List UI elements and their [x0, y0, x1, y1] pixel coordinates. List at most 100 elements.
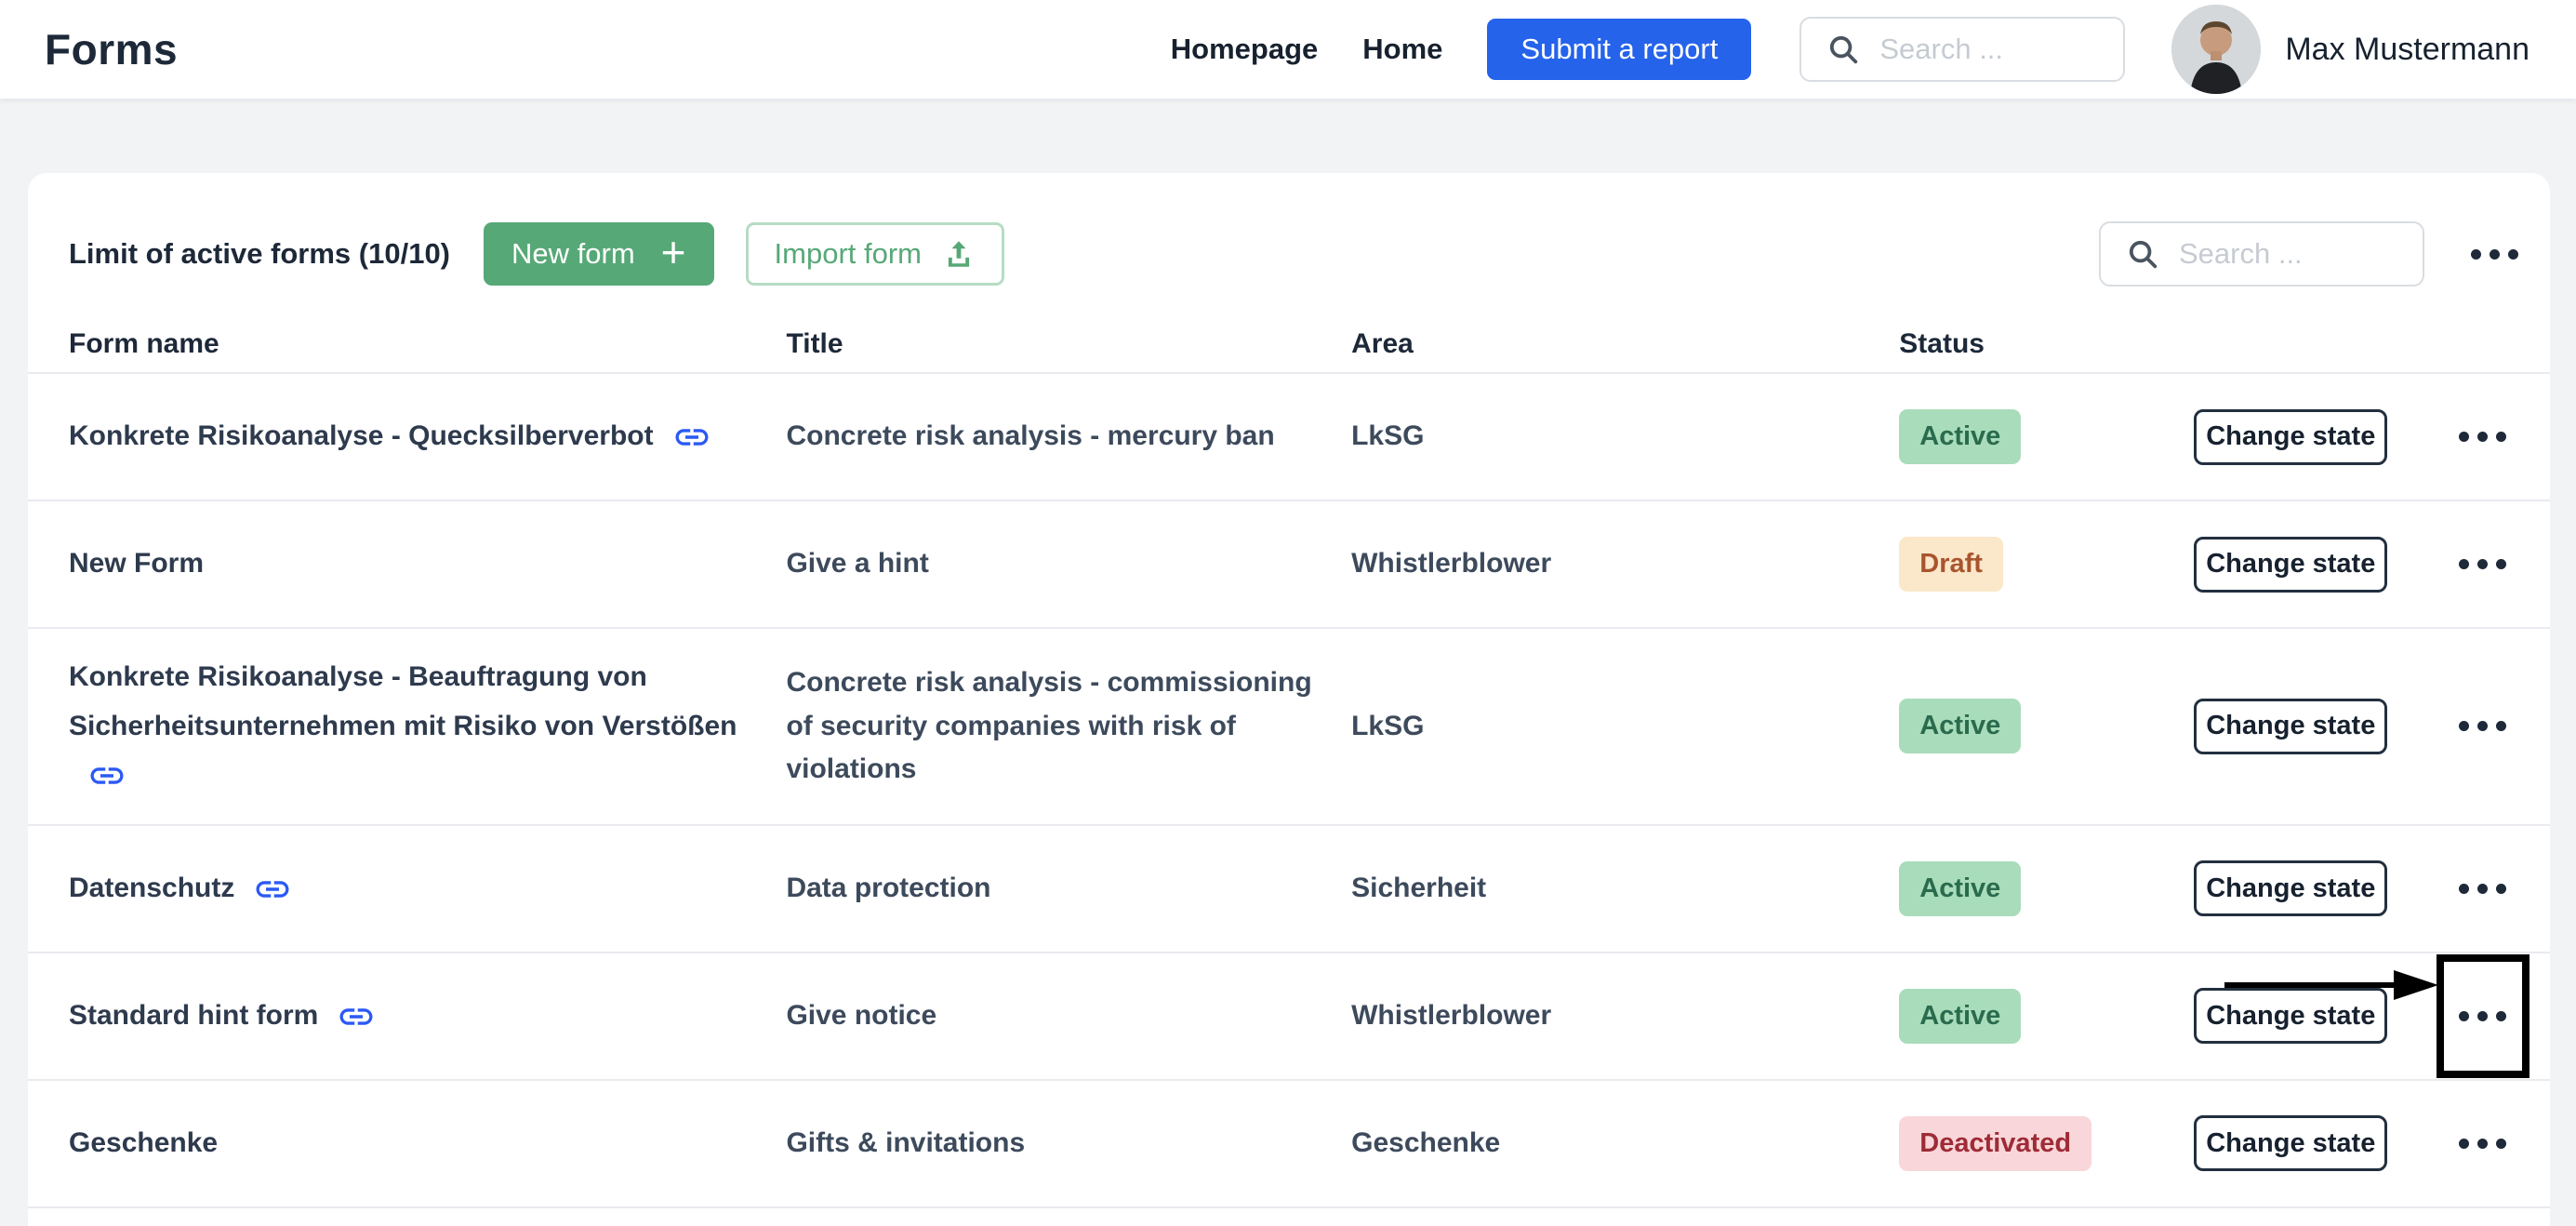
- status-cell: Active: [1899, 861, 2194, 916]
- import-form-button[interactable]: Import form: [746, 222, 1004, 286]
- form-area: Sicherheit: [1351, 867, 1899, 911]
- column-header-form-name: Form name: [69, 328, 786, 360]
- table-row: Konkrete Risikoanalyse - Beauftragung vo…: [28, 629, 2550, 826]
- new-form-button[interactable]: New form +: [484, 222, 714, 286]
- form-title: Concrete risk analysis - commissioning o…: [786, 661, 1351, 792]
- change-state-button[interactable]: Change state: [2194, 699, 2387, 754]
- table-row: New Form Give a hint Whistlerblower Draf…: [28, 501, 2550, 629]
- row-menu-button[interactable]: [2455, 422, 2510, 451]
- status-badge: Draft: [1899, 537, 2003, 592]
- status-badge: Active: [1899, 409, 2021, 464]
- active-forms-limit-label: Limit of active forms (10/10): [69, 237, 450, 271]
- plus-icon: +: [661, 231, 686, 273]
- status-cell: Active: [1899, 699, 2194, 753]
- form-name: Geschenke: [69, 1127, 218, 1158]
- form-title: Gifts & invitations: [786, 1122, 1351, 1166]
- row-menu-button[interactable]: [2455, 550, 2510, 579]
- row-menu-button[interactable]: [2455, 1002, 2510, 1031]
- row-menu-cell: [2439, 501, 2526, 627]
- top-navigation: Homepage Home Submit a report Max Muster…: [1171, 5, 2530, 94]
- form-name-cell: Konkrete Risikoanalyse - Beauftragung vo…: [69, 629, 786, 824]
- form-area: LkSG: [1351, 705, 1899, 749]
- row-menu-cell: [2439, 374, 2526, 500]
- form-area: LkSG: [1351, 415, 1899, 459]
- user-name[interactable]: Max Mustermann: [2285, 32, 2530, 68]
- table-row: Konkrete Risikoanalyse - Quecksilberverb…: [28, 374, 2550, 501]
- form-name-cell: Geschenke: [69, 1095, 786, 1193]
- submit-report-button[interactable]: Submit a report: [1487, 19, 1751, 80]
- action-cell: Change state: [2194, 1115, 2439, 1171]
- new-form-button-label: New form: [511, 237, 635, 271]
- change-state-button[interactable]: Change state: [2194, 988, 2387, 1044]
- change-state-button[interactable]: Change state: [2194, 537, 2387, 593]
- row-menu-button[interactable]: [2455, 712, 2510, 740]
- form-name-cell: Datenschutz: [69, 840, 786, 938]
- status-cell: Active: [1899, 409, 2194, 464]
- table-search-input[interactable]: [2179, 237, 2398, 271]
- table-row: Standard hint form Give notice Whistlerb…: [28, 953, 2550, 1081]
- table-row: Datenschutz Data protection Sicherheit A…: [28, 826, 2550, 953]
- page-title: Forms: [45, 24, 178, 74]
- action-cell: Change state: [2194, 537, 2439, 593]
- row-menu-cell: [2439, 629, 2526, 824]
- column-header-title: Title: [786, 328, 1351, 360]
- link-icon[interactable]: [253, 870, 292, 909]
- column-header-area: Area: [1351, 328, 1899, 360]
- form-area: Whistlerblower: [1351, 542, 1899, 586]
- form-name: Standard hint form: [69, 1000, 318, 1031]
- table-header-row: Form name Title Area Status: [28, 316, 2550, 374]
- form-name: Datenschutz: [69, 873, 234, 903]
- row-menu-button[interactable]: [2455, 1129, 2510, 1158]
- form-name: Konkrete Risikoanalyse - Beauftragung vo…: [69, 661, 737, 741]
- form-title: Give notice: [786, 994, 1351, 1038]
- forms-toolbar: Limit of active forms (10/10) New form +…: [28, 221, 2550, 287]
- toolbar-right: [2099, 221, 2522, 287]
- search-icon: [1826, 32, 1861, 67]
- status-cell: Draft: [1899, 537, 2194, 592]
- form-area: Whistlerblower: [1351, 994, 1899, 1038]
- link-icon[interactable]: [337, 997, 376, 1036]
- header-search-box[interactable]: [1799, 17, 2125, 82]
- form-title: Give a hint: [786, 542, 1351, 586]
- search-icon: [2125, 236, 2160, 272]
- avatar[interactable]: [2171, 5, 2261, 94]
- ellipsis-icon: [2459, 432, 2469, 442]
- change-state-button[interactable]: Change state: [2194, 1115, 2387, 1171]
- row-menu-button[interactable]: [2455, 874, 2510, 903]
- page-content: Limit of active forms (10/10) New form +…: [0, 99, 2576, 1226]
- status-badge: Deactivated: [1899, 1116, 2091, 1171]
- status-cell: Active: [1899, 989, 2194, 1044]
- table-body: Konkrete Risikoanalyse - Quecksilberverb…: [28, 374, 2550, 1208]
- form-name: Konkrete Risikoanalyse - Quecksilberverb…: [69, 420, 654, 451]
- form-name-cell: Konkrete Risikoanalyse - Quecksilberverb…: [69, 388, 786, 486]
- upload-icon: [942, 237, 976, 271]
- ellipsis-icon: [2459, 721, 2469, 731]
- nav-link-homepage[interactable]: Homepage: [1171, 33, 1318, 66]
- nav-link-home[interactable]: Home: [1362, 33, 1442, 66]
- form-name-cell: New Form: [69, 515, 786, 613]
- action-cell: Change state: [2194, 988, 2439, 1044]
- link-icon[interactable]: [672, 418, 711, 457]
- forms-card: Limit of active forms (10/10) New form +…: [28, 173, 2550, 1226]
- action-cell: Change state: [2194, 409, 2439, 465]
- import-form-button-label: Import form: [775, 237, 922, 271]
- change-state-button[interactable]: Change state: [2194, 409, 2387, 465]
- form-area: Geschenke: [1351, 1122, 1899, 1166]
- table-search-box[interactable]: [2099, 221, 2424, 287]
- top-bar: Forms Homepage Home Submit a report Max …: [0, 0, 2576, 99]
- table-row: Geschenke Gifts & invitations Geschenke …: [28, 1081, 2550, 1208]
- ellipsis-icon: [2459, 559, 2469, 569]
- header-search-input[interactable]: [1879, 33, 2099, 66]
- ellipsis-icon: [2459, 1011, 2469, 1021]
- form-title: Data protection: [786, 867, 1351, 911]
- row-menu-cell: [2439, 1081, 2526, 1206]
- form-name: New Form: [69, 548, 204, 579]
- column-header-status: Status: [1899, 328, 2194, 360]
- table-options-menu-button[interactable]: [2467, 240, 2522, 269]
- status-badge: Active: [1899, 699, 2021, 753]
- row-menu-cell: [2439, 826, 2526, 952]
- link-icon[interactable]: [87, 756, 126, 795]
- form-name-cell: Standard hint form: [69, 967, 786, 1065]
- change-state-button[interactable]: Change state: [2194, 860, 2387, 916]
- status-badge: Active: [1899, 989, 2021, 1044]
